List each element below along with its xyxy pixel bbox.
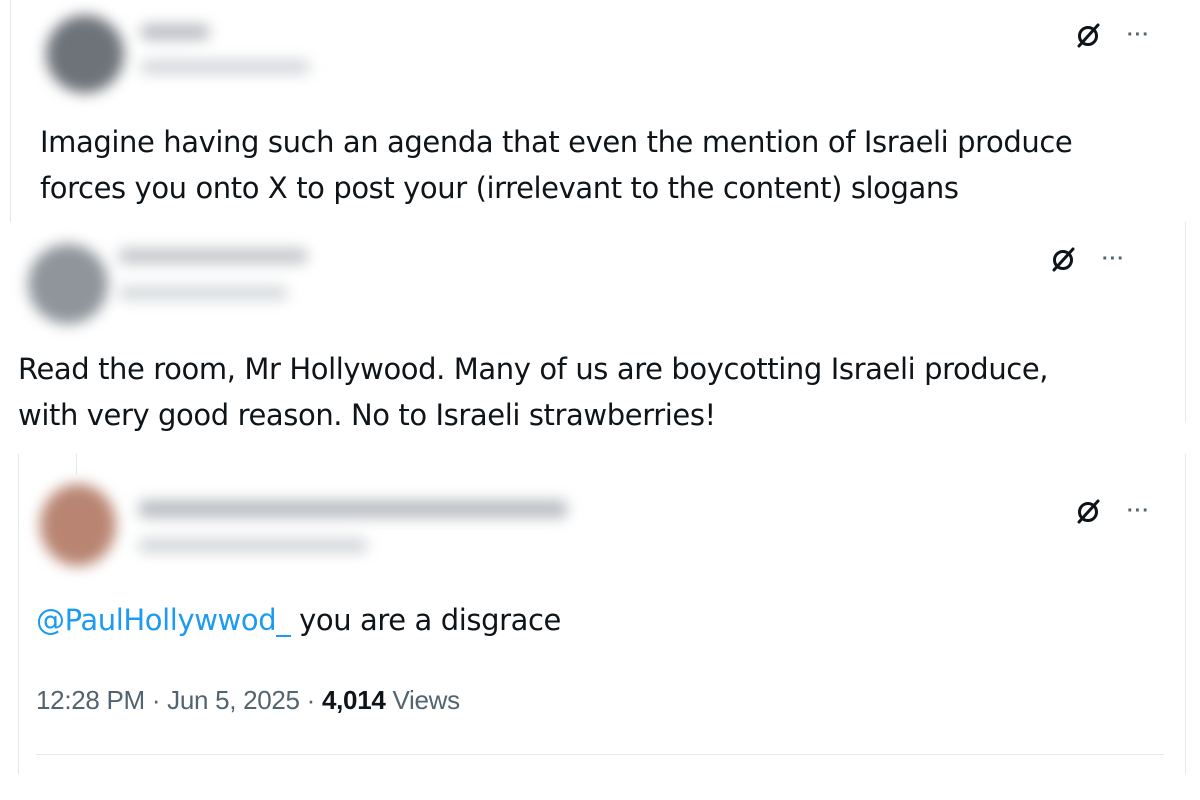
tweet-2[interactable]: ··· Read the room, Mr Hollywood. Many of… (0, 222, 1200, 454)
views-label: Views (392, 685, 460, 715)
views-link[interactable]: 4,014 Views (322, 685, 460, 715)
username-blurred[interactable] (138, 538, 368, 553)
divider (1185, 454, 1186, 774)
more-icon[interactable]: ··· (1127, 501, 1150, 521)
divider (10, 0, 11, 222)
more-icon[interactable]: ··· (1127, 25, 1150, 45)
mention-link[interactable]: @PaulHollywwod_ (36, 603, 291, 637)
avatar[interactable] (46, 15, 124, 93)
tweet-text-line: Read the room, Mr Hollywood. Many of us … (18, 352, 1049, 386)
timestamp-link[interactable]: 12:28 PM · Jun 5, 2025 (36, 685, 300, 715)
grok-icon[interactable] (1075, 498, 1101, 524)
more-icon[interactable]: ··· (1102, 249, 1125, 269)
tweet-text-line: forces you onto X to post your (irreleva… (40, 171, 959, 205)
tweet-actions: ··· (1075, 22, 1150, 48)
avatar[interactable] (40, 484, 116, 566)
divider (36, 754, 1164, 755)
tweet-text: Read the room, Mr Hollywood. Many of us … (18, 346, 1049, 438)
divider (18, 454, 19, 774)
views-count: 4,014 (321, 685, 386, 715)
display-name-blurred[interactable] (138, 500, 568, 518)
grok-icon[interactable] (1075, 22, 1101, 48)
separator: · (151, 685, 161, 715)
tweet-text-line: with very good reason. No to Israeli str… (18, 398, 716, 432)
tweet-text-content: you are a disgrace (290, 603, 562, 637)
avatar[interactable] (28, 244, 108, 324)
grok-icon[interactable] (1050, 246, 1076, 272)
tweet-3[interactable]: ··· @PaulHollywwod_ you are a disgrace 1… (0, 454, 1200, 800)
display-name-blurred[interactable] (140, 24, 210, 40)
tweet-meta: 12:28 PM · Jun 5, 2025 · 4,014 Views (36, 685, 460, 716)
separator: · (306, 685, 316, 715)
tweet-time: 12:28 PM (36, 685, 145, 715)
tweet-text: Imagine having such an agenda that even … (40, 119, 1073, 211)
tweet-actions: ··· (1075, 498, 1150, 524)
thread-line (76, 454, 77, 474)
username-blurred[interactable] (140, 60, 310, 74)
tweet-actions: ··· (1050, 246, 1125, 272)
display-name-blurred[interactable] (118, 248, 308, 264)
tweet-1[interactable]: ··· Imagine having such an agenda that e… (0, 0, 1200, 222)
tweet-text-line: Imagine having such an agenda that even … (40, 125, 1073, 159)
tweet-text: @PaulHollywwod_ you are a disgrace (36, 597, 561, 643)
tweet-date: Jun 5, 2025 (167, 685, 300, 715)
divider (1185, 222, 1186, 422)
username-blurred[interactable] (118, 286, 288, 300)
